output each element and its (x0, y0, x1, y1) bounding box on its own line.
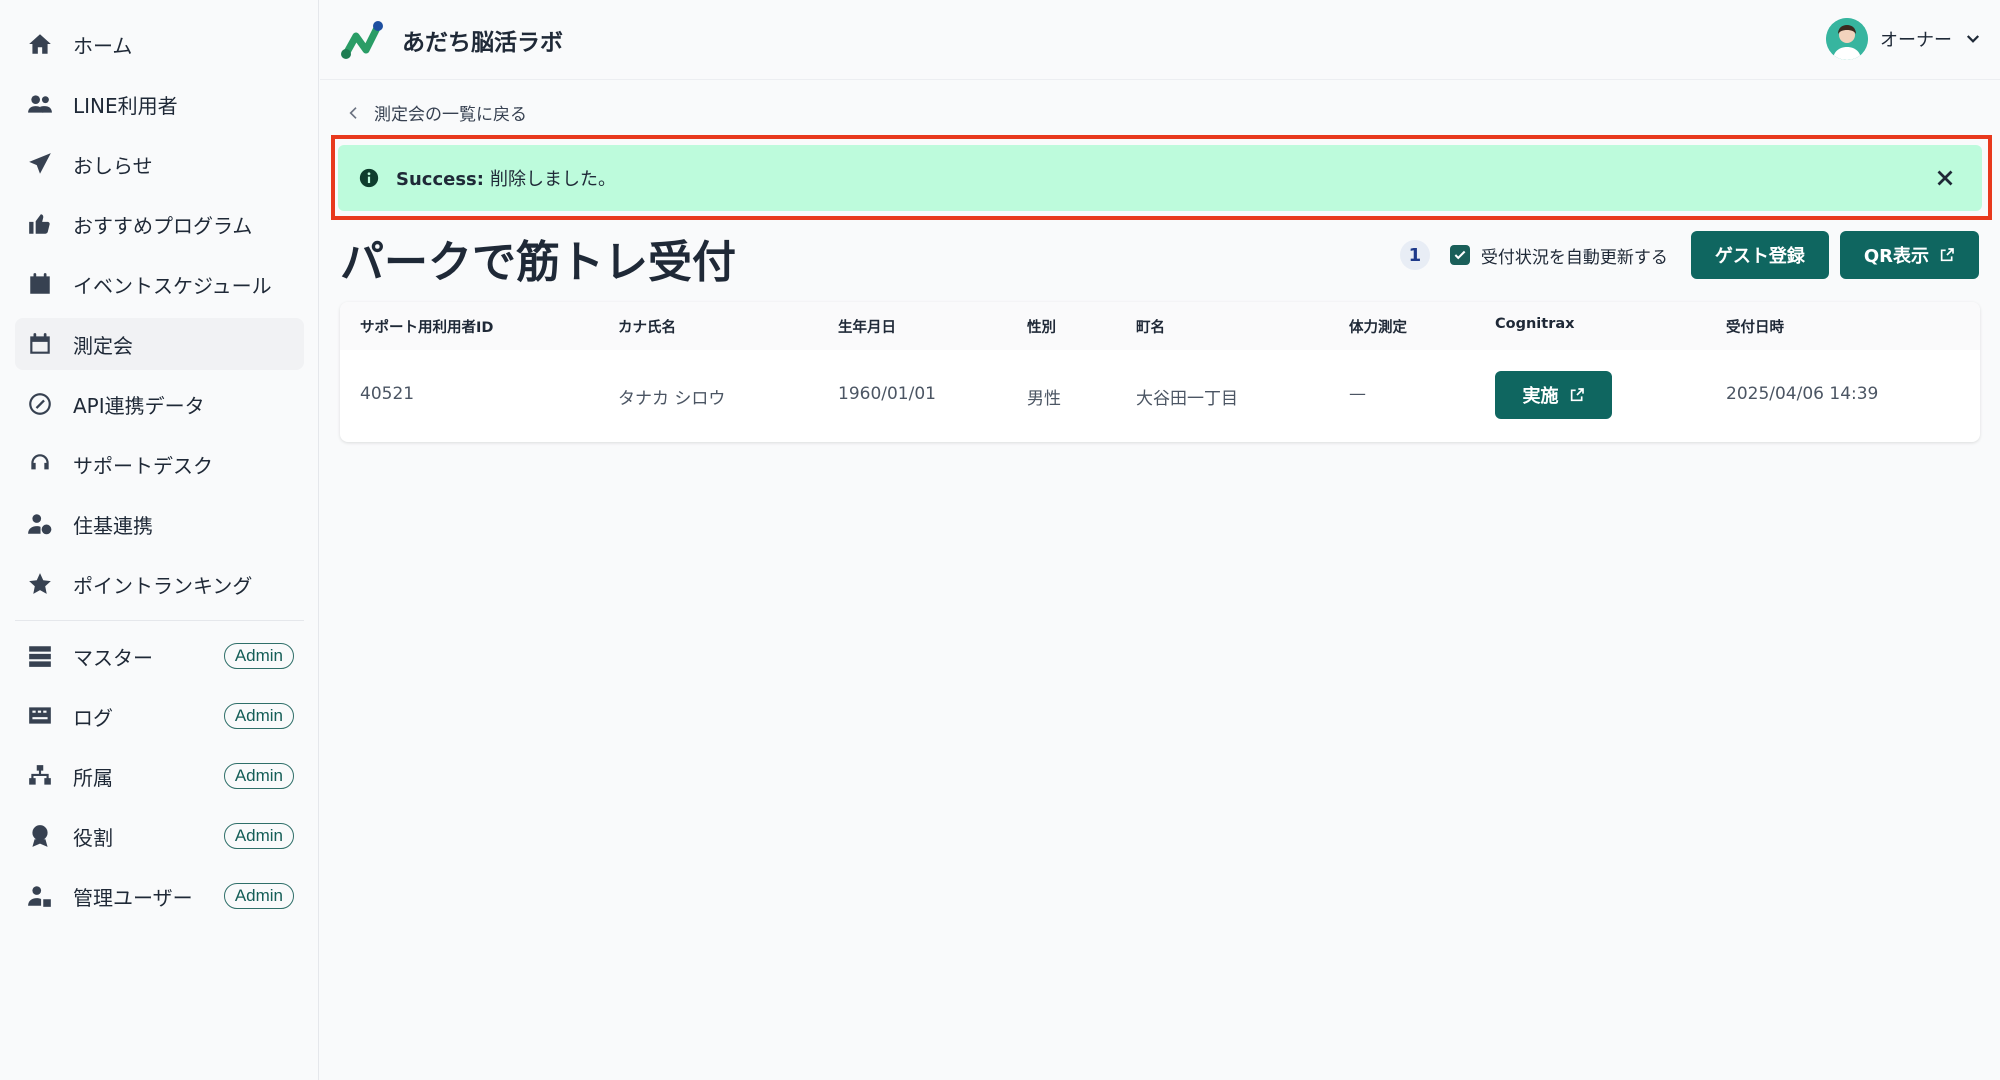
sidebar-item-label: ログ (73, 705, 113, 730)
back-link[interactable]: 測定会の一覧に戻る (346, 100, 527, 125)
users-icon (24, 88, 56, 120)
award-icon (24, 820, 56, 852)
sidebar-item-label: おしらせ (73, 153, 153, 178)
column-header: カナ氏名 (618, 320, 676, 336)
guest-register-label: ゲスト登録 (1714, 246, 1805, 267)
cell-gender: 男性 (1027, 389, 1061, 409)
admin-badge: Admin (223, 823, 294, 849)
sidebar-item-label: ホーム (73, 33, 133, 58)
top-header: あだち脳活ラボ オーナー (320, 0, 2000, 80)
reception-table: サポート用利用者ID カナ氏名 生年月日 性別 町名 体力測定 Cognitra… (340, 302, 1980, 442)
sidebar-item-affiliation[interactable]: 所属 Admin (15, 750, 304, 802)
column-header: 受付日時 (1726, 320, 1784, 336)
sidebar-item-label: 役割 (73, 825, 113, 850)
sitemap-icon (24, 760, 56, 792)
app-logo-icon (341, 21, 383, 59)
sidebar-item-event-schedule[interactable]: イベントスケジュール (15, 258, 304, 310)
sidebar-item-master[interactable]: マスター Admin (15, 630, 304, 682)
qr-display-button[interactable]: QR表示 (1839, 231, 1979, 279)
sidebar-item-label: 住基連携 (73, 513, 153, 538)
check-icon (1454, 250, 1466, 260)
sidebar-item-label: ポイントランキング (73, 573, 253, 598)
sidebar: ホーム LINE利用者 おしらせ おすすめプログラム イベントスケジュール 測定… (0, 0, 319, 1080)
user-gear-icon (24, 508, 56, 540)
sidebar-item-programs[interactable]: おすすめプログラム (15, 198, 304, 250)
alert-message: Success: 削除しました。 (396, 165, 616, 191)
cognitrax-run-button[interactable]: 実施 (1495, 371, 1612, 419)
auto-update-label[interactable]: 受付状況を自動更新する (1481, 243, 1668, 268)
user-name: オーナー (1880, 30, 1952, 51)
cognitrax-run-label: 実施 (1522, 386, 1559, 407)
sidebar-item-log[interactable]: ログ Admin (15, 690, 304, 742)
alert-strong: Success: (396, 169, 484, 190)
page-title: パークで筋トレ受付 (340, 237, 736, 288)
user-lock-icon (24, 880, 56, 912)
sidebar-item-label: イベントスケジュール (73, 273, 272, 298)
sidebar-item-measurement[interactable]: 測定会 (15, 318, 304, 370)
home-icon (24, 28, 56, 60)
column-header: 体力測定 (1349, 320, 1407, 336)
cell-support-id: 40521 (360, 384, 415, 404)
chevron-left-icon (349, 106, 357, 119)
app-title: あだち脳活ラボ (402, 30, 563, 56)
guest-register-button[interactable]: ゲスト登録 (1690, 231, 1829, 279)
sidebar-item-label: おすすめプログラム (73, 213, 253, 238)
sidebar-item-role[interactable]: 役割 Admin (15, 810, 304, 862)
column-header: 町名 (1136, 320, 1165, 336)
success-alert: Success: 削除しました。 (338, 145, 1982, 211)
cell-fitness: — (1349, 384, 1366, 404)
sidebar-item-label: サポートデスク (73, 453, 213, 478)
link-circle-icon (24, 388, 56, 420)
paper-plane-icon (24, 148, 56, 180)
headset-icon (24, 448, 56, 480)
list-icon (24, 640, 56, 672)
sidebar-item-home[interactable]: ホーム (15, 18, 304, 70)
admin-badge: Admin (223, 703, 294, 729)
auto-update-checkbox[interactable] (1449, 245, 1470, 265)
sidebar-item-label: 所属 (73, 765, 113, 790)
sidebar-item-admin-users[interactable]: 管理ユーザー Admin (15, 870, 304, 922)
cell-kana-name: タナカ シロウ (618, 389, 726, 409)
avatar (1826, 18, 1868, 60)
column-header: 性別 (1027, 320, 1056, 336)
column-header: Cognitrax (1495, 316, 1575, 332)
chevron-down-icon (1966, 35, 1980, 43)
cell-town: 大谷田一丁目 (1136, 389, 1238, 409)
sidebar-item-label: LINE利用者 (73, 93, 178, 118)
external-link-icon (1940, 248, 1954, 262)
admin-badge: Admin (223, 883, 294, 909)
sidebar-item-resident-link[interactable]: 住基連携 (15, 498, 304, 550)
admin-badge: Admin (223, 763, 294, 789)
external-link-icon (1570, 388, 1584, 402)
sidebar-item-label: API連携データ (73, 393, 205, 418)
user-menu[interactable]: オーナー (1826, 18, 1982, 60)
cell-received-at: 2025/04/06 14:39 (1726, 384, 1879, 404)
qr-display-label: QR表示 (1863, 246, 1929, 267)
sidebar-item-line-users[interactable]: LINE利用者 (15, 78, 304, 130)
alert-text: 削除しました。 (489, 169, 616, 190)
back-link-label: 測定会の一覧に戻る (374, 105, 527, 125)
sidebar-item-label: 測定会 (73, 333, 133, 358)
sidebar-item-api-data[interactable]: API連携データ (15, 378, 304, 430)
calendar-icon (24, 268, 56, 300)
thumbs-up-icon (24, 208, 56, 240)
admin-badge: Admin (223, 643, 294, 669)
count-badge: 1 (1399, 240, 1430, 270)
star-icon (24, 568, 56, 600)
column-header: 生年月日 (838, 320, 896, 336)
close-icon[interactable] (1932, 165, 1958, 191)
cell-birth-date: 1960/01/01 (838, 384, 936, 404)
sidebar-divider (15, 620, 304, 621)
sidebar-item-support-desk[interactable]: サポートデスク (15, 438, 304, 490)
toolbar: 1 受付状況を自動更新する ゲスト登録 QR表示 (1399, 231, 1979, 279)
sidebar-item-point-ranking[interactable]: ポイントランキング (15, 558, 304, 610)
info-circle-icon (359, 168, 379, 188)
sidebar-item-label: マスター (73, 645, 153, 670)
keyboard-icon (24, 700, 56, 732)
calendar-blank-icon (24, 328, 56, 360)
sidebar-item-label: 管理ユーザー (73, 885, 193, 910)
sidebar-item-notices[interactable]: おしらせ (15, 138, 304, 190)
column-header: サポート用利用者ID (360, 320, 494, 336)
